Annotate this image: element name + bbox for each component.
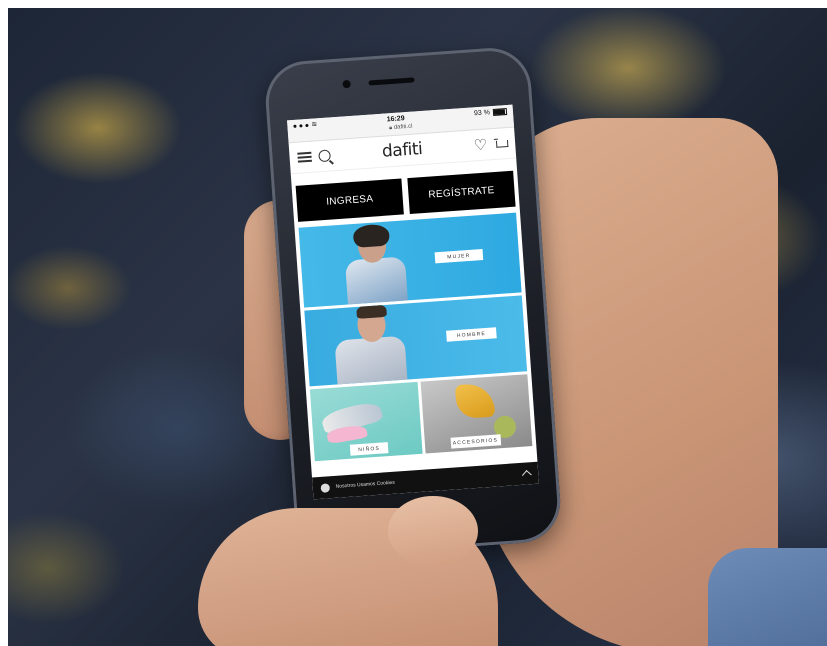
mujer-button[interactable]: MUJER: [434, 249, 484, 264]
phone-screen: ≋ 16:29 93 % 🔒︎ dafiti.cl dafiti ♡ INGRE…: [287, 104, 539, 500]
accessory-image: [454, 382, 495, 420]
cookie-icon: [320, 482, 331, 493]
wifi-icon: ≋: [311, 121, 318, 129]
url-text: dafiti.cl: [393, 123, 413, 131]
thumb-tip: [388, 496, 478, 566]
cart-icon[interactable]: [494, 138, 508, 150]
sleeve: [708, 548, 827, 646]
ninos-button[interactable]: NIÑOS: [349, 442, 389, 456]
banner-mujer[interactable]: MUJER: [298, 212, 522, 308]
menu-icon[interactable]: [297, 151, 312, 163]
photo-background: ≋ 16:29 93 % 🔒︎ dafiti.cl dafiti ♡ INGRE…: [8, 8, 827, 646]
smartphone: ≋ 16:29 93 % 🔒︎ dafiti.cl dafiti ♡ INGRE…: [263, 45, 563, 559]
signal-indicator: ≋: [293, 120, 318, 130]
category-tiles: NIÑOS ACCESORIOS: [309, 374, 533, 462]
banner-hombre[interactable]: HOMBRE: [304, 295, 528, 387]
battery-percent: 93 %: [473, 108, 491, 117]
model-man: [334, 335, 408, 385]
cookie-bar[interactable]: Nosotros Usamos Cookies: [311, 461, 539, 500]
search-icon[interactable]: [318, 149, 331, 163]
camera-icon: [342, 79, 351, 89]
heart-icon[interactable]: ♡: [473, 136, 488, 154]
login-button[interactable]: INGRESA: [295, 178, 404, 222]
model-woman: [344, 256, 408, 305]
register-button[interactable]: REGÍSTRATE: [407, 170, 516, 215]
accesorios-button[interactable]: ACCESORIOS: [450, 434, 501, 449]
hombre-button[interactable]: HOMBRE: [446, 327, 497, 342]
status-time: 16:29: [386, 114, 405, 123]
battery-icon: [492, 107, 508, 116]
tile-ninos[interactable]: NIÑOS: [309, 381, 423, 462]
brand-logo[interactable]: dafiti: [381, 139, 423, 162]
chevron-up-icon[interactable]: [521, 470, 532, 480]
speaker-grille: [368, 77, 415, 86]
cookie-text: Nosotros Usamos Cookies: [335, 479, 395, 490]
tile-accesorios[interactable]: ACCESORIOS: [420, 374, 533, 454]
lock-icon: 🔒︎: [388, 125, 393, 132]
